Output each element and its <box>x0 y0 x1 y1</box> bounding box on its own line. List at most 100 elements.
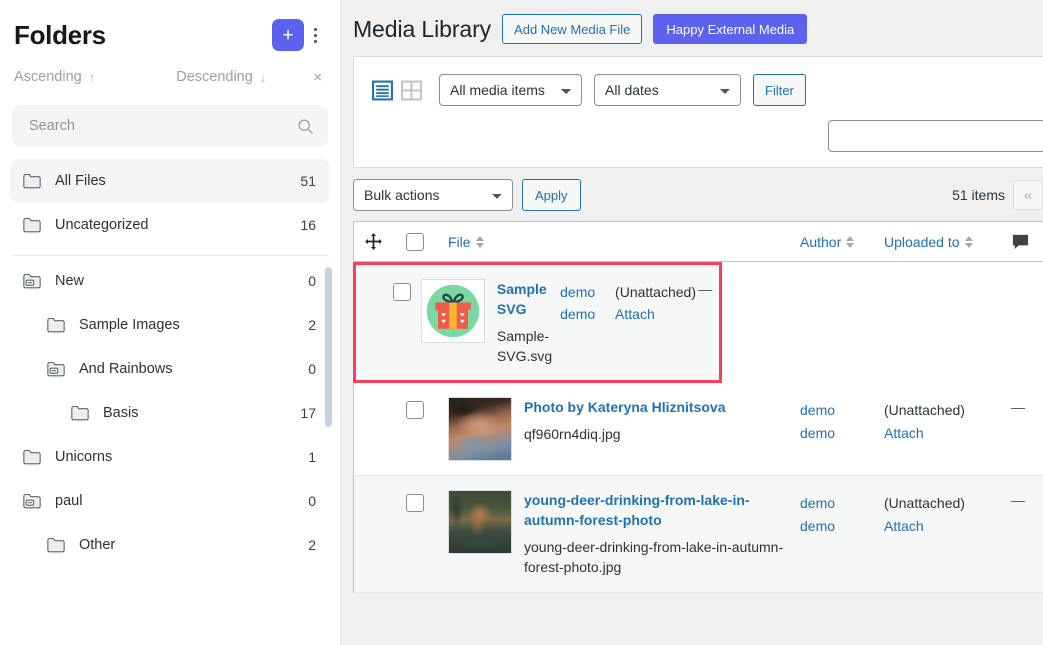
author-link[interactable]: demo <box>800 492 884 514</box>
file-title-link[interactable]: young-deer-drinking-from-lake-in-autumn-… <box>524 491 792 531</box>
kebab-menu-icon[interactable] <box>304 19 326 51</box>
author-link-secondary[interactable]: demo <box>560 303 615 325</box>
column-label-uploaded-to: Uploaded to <box>884 233 960 250</box>
table-header-row: File Author Uploaded to <box>354 222 1043 262</box>
file-title-link[interactable]: Sample SVG <box>497 280 552 320</box>
sidebar-item-unicorns[interactable]: Unicorns 1 <box>10 435 330 479</box>
folder-icon <box>47 317 65 333</box>
file-info: young-deer-drinking-from-lake-in-autumn-… <box>524 490 792 577</box>
sidebar-search[interactable] <box>12 105 328 147</box>
comments-cell: — <box>1011 397 1043 417</box>
file-cell: young-deer-drinking-from-lake-in-autumn-… <box>448 490 800 577</box>
folder-label: paul <box>55 493 83 509</box>
person-photo-thumbnail[interactable] <box>448 397 512 462</box>
media-library-screen: Folders + Ascending ↑ Descending ↓ × Sea… <box>0 0 1043 645</box>
folder-label: Uncategorized <box>55 217 149 233</box>
folder-icon <box>47 537 65 553</box>
table-row[interactable]: Photo by Kateryna Hliznitsova qf960rn4di… <box>354 383 1043 477</box>
sidebar-item-and-rainbows[interactable]: And Rainbows 0 <box>10 347 330 391</box>
comment-bubble-icon[interactable] <box>1011 233 1043 251</box>
column-header-uploaded-to[interactable]: Uploaded to <box>884 234 1011 250</box>
folder-count: 0 <box>308 493 316 509</box>
sidebar-item-basis[interactable]: Basis 17 <box>10 391 330 435</box>
author-link[interactable]: demo <box>560 281 615 303</box>
move-handle-icon[interactable] <box>364 232 406 251</box>
select-all-checkbox[interactable] <box>406 232 448 251</box>
folder-count: 0 <box>308 273 316 289</box>
first-page-button[interactable]: « <box>1013 180 1043 210</box>
sort-descending-button[interactable]: Descending ↓ <box>176 69 266 85</box>
top-folder-list: All Files 51 Uncategorized 16 <box>0 159 340 247</box>
folder-label: New <box>55 273 85 289</box>
column-header-author[interactable]: Author <box>800 234 884 250</box>
sidebar-item-new[interactable]: New 0 <box>10 259 330 303</box>
folder-count: 16 <box>300 217 316 233</box>
sort-ascending-button[interactable]: Ascending ↑ <box>14 69 95 85</box>
filter-button[interactable]: Filter <box>753 74 806 106</box>
sidebar-item-uncategorized[interactable]: Uncategorized 16 <box>10 203 330 247</box>
sidebar-item-all-files[interactable]: All Files 51 <box>10 159 330 203</box>
folder-count: 0 <box>308 361 316 377</box>
row-checkbox[interactable] <box>406 490 448 513</box>
grid-view-icon[interactable] <box>399 78 424 103</box>
add-folder-button[interactable]: + <box>272 19 304 51</box>
folder-search-input[interactable] <box>29 118 297 134</box>
row-checkbox[interactable] <box>393 279 420 301</box>
sort-controls: Ascending ↑ Descending ↓ × <box>0 60 340 94</box>
search-row <box>354 109 1043 167</box>
media-search-input[interactable] <box>828 120 1043 152</box>
add-new-media-file-button[interactable]: Add New Media File <box>502 14 643 44</box>
sidebar-divider <box>12 255 328 256</box>
bulk-actions-select[interactable]: Bulk actions <box>353 179 513 211</box>
folder-label: Other <box>79 537 116 553</box>
attach-link[interactable]: Attach <box>615 303 698 325</box>
folder-label: Unicorns <box>55 449 113 465</box>
media-table: File Author Uploaded to Sample SVG Sampl… <box>353 221 1043 593</box>
page-header: Media Library Add New Media File Happy E… <box>341 0 1043 56</box>
date-filter-select[interactable]: All dates <box>594 74 741 106</box>
folder-label: All Files <box>55 173 106 189</box>
list-view-icon[interactable] <box>370 78 395 103</box>
folder-icon <box>23 173 41 189</box>
filter-bar: All media items All dates Filter <box>354 57 1043 109</box>
sort-toggle-file[interactable] <box>475 235 484 248</box>
author-link[interactable]: demo <box>800 399 884 421</box>
gift-box-thumbnail[interactable] <box>420 279 485 343</box>
happy-external-media-button[interactable]: Happy External Media <box>653 14 808 44</box>
sort-toggle-author[interactable] <box>846 235 855 248</box>
file-info: Photo by Kateryna Hliznitsova qf960rn4di… <box>524 397 725 461</box>
sidebar-item-paul[interactable]: paul 0 <box>10 479 330 523</box>
attach-link[interactable]: Attach <box>884 515 1011 537</box>
file-title-link[interactable]: Photo by Kateryna Hliznitsova <box>524 398 725 418</box>
sidebar-item-other[interactable]: Other 2 <box>10 523 330 567</box>
author-cell: demo demo <box>800 397 884 444</box>
author-cell: demo demo <box>800 490 884 537</box>
attach-link[interactable]: Attach <box>884 422 1011 444</box>
uploaded-to-value: (Unattached) <box>884 495 965 512</box>
sidebar-scrollbar[interactable] <box>325 267 332 427</box>
table-row[interactable]: Sample SVG Sample-SVG.svg demo demo (Una… <box>353 262 722 384</box>
row-checkbox[interactable] <box>406 397 448 420</box>
table-row[interactable]: young-deer-drinking-from-lake-in-autumn-… <box>354 476 1043 593</box>
uploaded-to-value: (Unattached) <box>615 284 696 300</box>
apply-button[interactable]: Apply <box>522 179 581 211</box>
folder-count: 2 <box>308 537 316 553</box>
search-icon <box>298 118 313 134</box>
view-mode-toggle <box>370 78 424 103</box>
deer-photo-thumbnail[interactable] <box>448 490 512 555</box>
column-header-file[interactable]: File <box>448 234 800 250</box>
comments-cell: — <box>1011 490 1043 510</box>
folder-count: 1 <box>308 449 316 465</box>
folder-icon <box>71 405 89 421</box>
items-count-label: 51 items <box>952 187 1005 203</box>
sort-toggle-uploaded-to[interactable] <box>964 235 973 248</box>
sidebar-title: Folders <box>14 19 106 50</box>
author-link-secondary[interactable]: demo <box>800 515 884 537</box>
sidebar-item-sample-images[interactable]: Sample Images 2 <box>10 303 330 347</box>
file-info: Sample SVG Sample-SVG.svg <box>497 279 552 366</box>
media-type-filter-select[interactable]: All media items <box>439 74 582 106</box>
bulk-actions-bar: Bulk actions Apply 51 items « <box>341 168 1043 221</box>
author-link-secondary[interactable]: demo <box>800 422 884 444</box>
sidebar-header: Folders + <box>0 0 340 60</box>
clear-sort-icon[interactable]: × <box>313 69 326 86</box>
